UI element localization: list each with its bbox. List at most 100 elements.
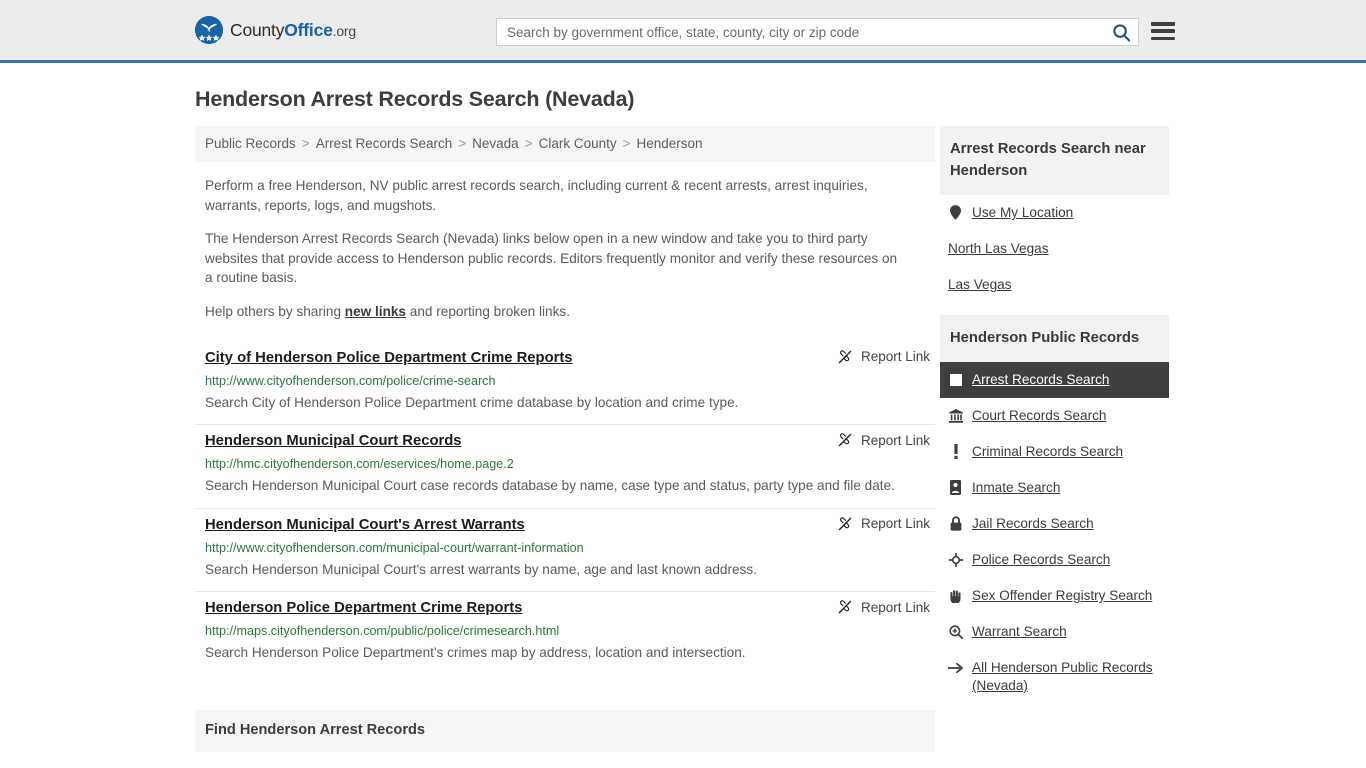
report-link-label: Report Link <box>860 516 930 532</box>
site-logo-text: CountyOffice.org <box>230 20 356 41</box>
breadcrumb-item-public-records[interactable]: Public Records <box>205 136 296 151</box>
sidebar-item-jail-records-search[interactable]: Jail Records Search <box>940 506 1169 542</box>
intro-paragraph-2: The Henderson Arrest Records Search (Nev… <box>205 231 898 286</box>
sidebar-item-label: Criminal Records Search <box>972 444 1124 459</box>
search-icon <box>1112 23 1130 42</box>
main-content: Henderson Arrest Records Search (Nevada)… <box>195 87 935 752</box>
map-pin-icon <box>948 204 963 221</box>
search-bar <box>496 18 1139 46</box>
lock-icon <box>948 515 963 532</box>
result-title-link[interactable]: Henderson Municipal Court Records <box>205 431 462 451</box>
find-records-box: Find Henderson Arrest Records <box>195 709 935 752</box>
result-url: http://www.cityofhenderson.com/municipal… <box>205 540 584 555</box>
hamburger-menu-icon[interactable] <box>1151 20 1175 42</box>
report-link-button[interactable]: Report Link <box>837 599 935 615</box>
near-panel: Arrest Records Search near Henderson Use… <box>940 126 1169 303</box>
sidebar-item-court-records-search[interactable]: Court Records Search <box>940 398 1169 434</box>
help-suffix: and reporting broken links. <box>406 303 570 319</box>
sidebar-item-warrant-search[interactable]: Warrant Search <box>940 614 1169 650</box>
result-header: Henderson Municipal Court Records Report… <box>205 431 935 451</box>
site-header: CountyOffice.org <box>0 0 1366 63</box>
breadcrumb-separator: > <box>301 136 310 151</box>
sidebar-item-label: North Las Vegas <box>948 241 1049 256</box>
near-panel-heading: Arrest Records Search near Henderson <box>940 126 1169 195</box>
search-input[interactable] <box>497 19 1104 45</box>
eagle-stars-logo-icon <box>195 16 223 44</box>
result-header: Henderson Municipal Court's Arrest Warra… <box>205 515 935 535</box>
hamburger-bar <box>1151 29 1175 33</box>
breadcrumb-separator: > <box>622 136 631 151</box>
broken-link-icon <box>838 349 852 363</box>
report-link-label: Report Link <box>860 432 930 448</box>
report-link-label: Report Link <box>860 599 930 615</box>
id-badge-icon <box>948 479 963 496</box>
public-records-heading: Henderson Public Records <box>940 315 1169 362</box>
sidebar-item-inmate-search[interactable]: Inmate Search <box>940 470 1169 506</box>
result-title-link[interactable]: Henderson Municipal Court's Arrest Warra… <box>205 515 525 535</box>
result-item: City of Henderson Police Department Crim… <box>195 342 935 426</box>
intro-help-paragraph: Help others by sharing new links and rep… <box>205 302 905 322</box>
result-item: Henderson Police Department Crime Report… <box>195 592 935 675</box>
page-title: Henderson Arrest Records Search (Nevada) <box>195 87 635 111</box>
logo-text-org: .org <box>332 22 357 39</box>
result-item: Henderson Municipal Court Records Report… <box>195 425 935 509</box>
arrow-right-icon <box>948 659 963 676</box>
sidebar-item-all-henderson-public-records[interactable]: All Henderson Public Records (Nevada) <box>940 650 1169 704</box>
sidebar-item-police-records-search[interactable]: Police Records Search <box>940 542 1169 578</box>
find-records-title: Find Henderson Arrest Records <box>205 721 426 738</box>
logo-text-county: County <box>230 19 285 40</box>
magnifier-plus-icon <box>948 623 963 640</box>
broken-link-icon <box>838 600 852 614</box>
results-list: City of Henderson Police Department Crim… <box>195 342 935 675</box>
sidebar-item-label: All Henderson Public Records (Nevada) <box>972 660 1153 693</box>
intro-paragraph-1: Perform a free Henderson, NV public arre… <box>205 178 868 213</box>
sidebar-item-label: Police Records Search <box>972 552 1111 567</box>
courthouse-icon <box>948 407 963 424</box>
sidebar-item-las-vegas[interactable]: Las Vegas <box>940 267 1169 303</box>
intro-section: Perform a free Henderson, NV public arre… <box>195 176 935 322</box>
hand-icon <box>948 587 963 604</box>
result-header: City of Henderson Police Department Crim… <box>205 348 935 368</box>
hamburger-bar <box>1151 36 1175 40</box>
breadcrumb-item-clark-county[interactable]: Clark County <box>539 136 617 151</box>
result-url: http://www.cityofhenderson.com/police/cr… <box>205 373 496 388</box>
result-description: Search City of Henderson Police Departme… <box>205 394 739 410</box>
result-description: Search Henderson Municipal Court's arres… <box>205 561 757 577</box>
sidebar-item-label: Warrant Search <box>972 624 1067 639</box>
result-item: Henderson Municipal Court's Arrest Warra… <box>195 509 935 593</box>
logo-text-office: Office <box>284 19 333 40</box>
sidebar-item-use-my-location[interactable]: Use My Location <box>940 195 1169 231</box>
breadcrumb: Public Records > Arrest Records Search >… <box>195 126 935 162</box>
result-description: Search Henderson Police Department's cri… <box>205 645 746 661</box>
broken-link-icon <box>838 517 852 531</box>
sidebar-item-label: Sex Offender Registry Search <box>972 588 1153 603</box>
breadcrumb-separator: > <box>524 136 533 151</box>
result-header: Henderson Police Department Crime Report… <box>205 598 935 618</box>
sidebar-item-sex-offender-registry-search[interactable]: Sex Offender Registry Search <box>940 578 1169 614</box>
public-records-panel: Henderson Public Records Arrest Records … <box>940 315 1169 704</box>
report-link-label: Report Link <box>860 349 930 365</box>
sidebar-item-arrest-records-search[interactable]: Arrest Records Search <box>940 362 1169 398</box>
report-link-button[interactable]: Report Link <box>837 432 935 448</box>
sidebar-item-label: Jail Records Search <box>972 516 1094 531</box>
sidebar-item-label: Las Vegas <box>948 277 1012 292</box>
report-link-button[interactable]: Report Link <box>837 349 935 365</box>
broken-link-icon <box>838 433 852 447</box>
result-description: Search Henderson Municipal Court case re… <box>205 478 895 494</box>
report-link-button[interactable]: Report Link <box>837 516 935 532</box>
breadcrumb-item-nevada[interactable]: Nevada <box>472 136 519 151</box>
breadcrumb-item-arrest-records-search[interactable]: Arrest Records Search <box>316 136 453 151</box>
search-button[interactable] <box>1104 19 1138 45</box>
new-links-link[interactable]: new links <box>345 304 406 319</box>
result-url: http://maps.cityofhenderson.com/public/p… <box>205 624 560 639</box>
sidebar-item-label: Use My Location <box>972 205 1074 220</box>
sidebar-item-north-las-vegas[interactable]: North Las Vegas <box>940 231 1169 267</box>
breadcrumb-item-henderson[interactable]: Henderson <box>637 136 703 151</box>
result-url: http://hmc.cityofhenderson.com/eservices… <box>205 457 514 472</box>
help-prefix: Help others by sharing <box>205 303 345 319</box>
site-logo[interactable]: CountyOffice.org <box>195 16 356 44</box>
sidebar-item-criminal-records-search[interactable]: Criminal Records Search <box>940 434 1169 470</box>
hamburger-bar <box>1151 22 1175 26</box>
result-title-link[interactable]: City of Henderson Police Department Crim… <box>205 348 573 368</box>
result-title-link[interactable]: Henderson Police Department Crime Report… <box>205 598 522 618</box>
